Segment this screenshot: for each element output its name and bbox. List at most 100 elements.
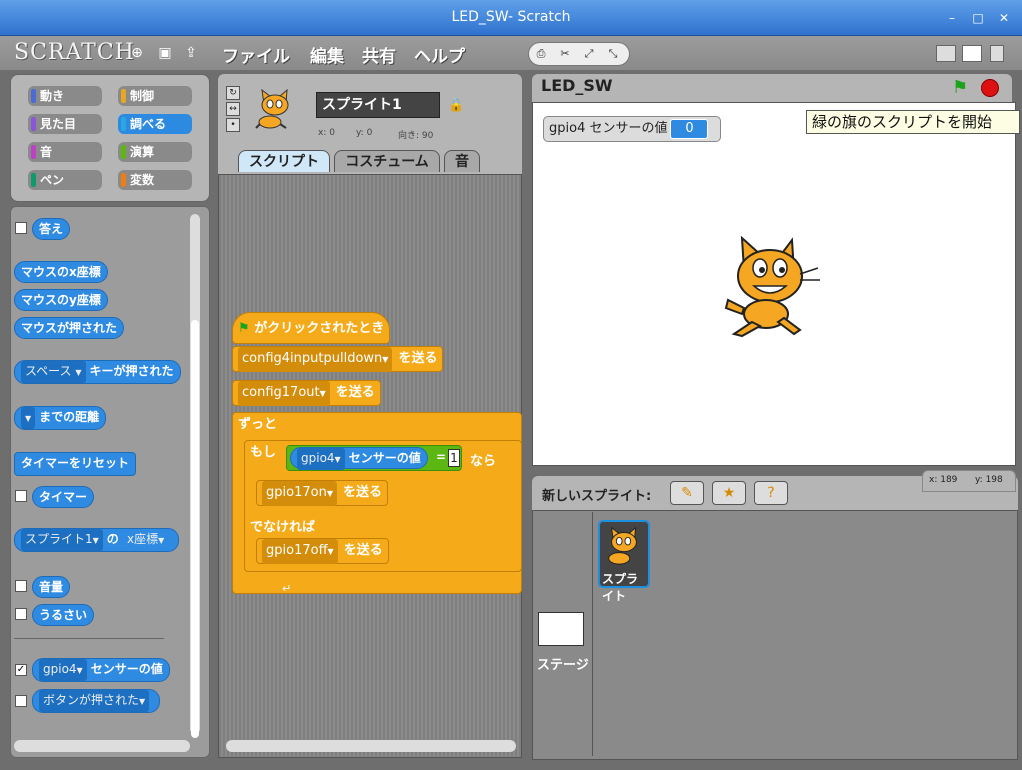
loud-checkbox[interactable] xyxy=(15,608,27,620)
green-flag-icon[interactable]: ⚑ xyxy=(952,77,968,98)
chevron-down-icon: ▼ xyxy=(92,536,99,545)
category-sound[interactable]: 音 xyxy=(28,142,102,162)
maximize-icon[interactable]: □ xyxy=(970,10,986,26)
tab-sounds[interactable]: 音 xyxy=(444,150,480,172)
block-button-pressed[interactable]: ボタンが押された▼ xyxy=(32,689,161,713)
random-sprite-icon[interactable]: ? xyxy=(754,481,788,505)
stamp-icon[interactable]: ⎙ xyxy=(529,43,553,65)
paint-sprite-icon[interactable]: ✎ xyxy=(670,481,704,505)
grow-icon[interactable]: ⤢ xyxy=(577,43,601,65)
broadcast-dropdown[interactable]: config4inputpulldown▼ xyxy=(238,347,393,372)
category-looks[interactable]: 見た目 xyxy=(28,114,102,134)
tab-costumes[interactable]: コスチューム xyxy=(334,150,440,172)
button-pressed-checkbox[interactable] xyxy=(15,695,27,707)
sprite-y: y: 0 xyxy=(356,128,373,138)
timer-checkbox[interactable] xyxy=(15,490,27,502)
sensor-value-checkbox[interactable]: ✓ xyxy=(15,664,27,676)
normal-stage-icon[interactable] xyxy=(962,45,982,62)
block-when-flag-clicked[interactable]: ⚑ がクリックされたとき xyxy=(232,312,391,344)
block-mouse-down[interactable]: マウスが押された xyxy=(14,317,125,339)
lock-icon[interactable]: 🔒 xyxy=(448,98,464,113)
broadcast-dropdown[interactable]: config17out▼ xyxy=(238,381,330,406)
tab-scripts[interactable]: スクリプト xyxy=(238,150,330,172)
cut-icon[interactable]: ✂ xyxy=(553,43,577,65)
stage-cat-sprite[interactable] xyxy=(722,234,822,338)
block-broadcast-gpio17on[interactable]: gpio17on▼ を送る xyxy=(256,480,388,506)
if-then-label: なら xyxy=(470,454,497,469)
mouse-coordinates: x: 189 y: 198 xyxy=(922,470,1016,492)
block-mouse-x[interactable]: マウスのx座標 xyxy=(14,261,108,283)
block-reset-timer[interactable]: タイマーをリセット xyxy=(14,452,137,476)
block-attribute-of[interactable]: スプライト1▼ の x座標▼ xyxy=(14,528,180,552)
loudness-checkbox[interactable] xyxy=(15,580,27,592)
mouse-y: y: 198 xyxy=(975,475,1003,485)
category-operators[interactable]: 演算 xyxy=(118,142,192,162)
palette-scroll-thumb[interactable] xyxy=(191,320,199,738)
menu-edit[interactable]: 編集 xyxy=(310,42,344,67)
broadcast-dropdown[interactable]: gpio17off▼ xyxy=(262,539,338,564)
monitor-value: 0 xyxy=(670,119,709,139)
variable-monitor[interactable]: gpio4 センサーの値 0 xyxy=(543,116,721,142)
presentation-icon[interactable] xyxy=(990,45,1004,62)
block-distance-to[interactable]: ▼ までの距離 xyxy=(14,406,107,430)
block-sensor-value[interactable]: gpio4▼ センサーの値 xyxy=(32,658,170,682)
stop-icon[interactable] xyxy=(981,79,999,97)
sprite1-thumbnail[interactable]: スプライト xyxy=(598,520,650,603)
chevron-down-icon: ▼ xyxy=(139,697,146,706)
save-icon[interactable]: ▣ xyxy=(156,44,174,62)
sprite-name-field[interactable]: スプライト1 xyxy=(316,92,440,118)
category-variables[interactable]: 変数 xyxy=(118,170,192,190)
chevron-down-icon: ▼ xyxy=(158,536,165,545)
category-motion[interactable]: 動き xyxy=(28,86,102,106)
block-loud[interactable]: うるさい xyxy=(32,604,95,626)
equals-value-field[interactable]: 1 xyxy=(448,449,460,467)
key-dropdown[interactable]: スペース ▼ xyxy=(21,361,86,383)
minimize-icon[interactable]: – xyxy=(944,10,960,26)
scripts-horizontal-scrollbar[interactable] xyxy=(226,740,516,752)
green-flag-icon: ⚑ xyxy=(238,321,250,336)
window-title: LED_SW- Scratch xyxy=(451,9,571,25)
flip-icon[interactable]: ↔ xyxy=(226,102,240,116)
menu-share[interactable]: 共有 xyxy=(362,42,396,67)
sprite-list-divider xyxy=(592,512,593,756)
sensor-dropdown[interactable]: gpio4▼ xyxy=(39,659,87,681)
button-dropdown[interactable]: ボタンが押された▼ xyxy=(39,690,150,712)
category-color-chip xyxy=(31,117,36,131)
sprite-tool-group: ⎙ ✂ ⤢ ⤡ xyxy=(528,42,630,66)
category-color-chip xyxy=(31,173,36,187)
globe-icon[interactable]: ⊕ xyxy=(128,44,146,62)
category-pen[interactable]: ペン xyxy=(28,170,102,190)
block-sensor-in-script[interactable]: gpio4▼ センサーの値 xyxy=(290,447,428,470)
block-broadcast-gpio17off[interactable]: gpio17off▼ を送る xyxy=(256,538,389,564)
broadcast-dropdown[interactable]: gpio17on▼ xyxy=(262,481,337,506)
category-control[interactable]: 制御 xyxy=(118,86,192,106)
block-timer[interactable]: タイマー xyxy=(32,486,95,508)
shrink-icon[interactable]: ⤡ xyxy=(601,43,625,65)
sprite-dropdown[interactable]: スプライト1▼ xyxy=(21,529,103,551)
palette-horizontal-scrollbar[interactable] xyxy=(14,740,190,752)
stage-thumbnail[interactable] xyxy=(538,612,584,646)
loop-arrow-icon: ↵ xyxy=(282,582,292,595)
scratch-logo: SCRATCH xyxy=(14,40,135,65)
small-stage-icon[interactable] xyxy=(936,45,956,62)
block-key-pressed[interactable]: スペース ▼ キーが押された xyxy=(14,360,181,384)
share-icon[interactable]: ⇪ xyxy=(182,44,200,62)
distance-dropdown[interactable]: ▼ xyxy=(21,407,36,429)
block-mouse-y[interactable]: マウスのy座標 xyxy=(14,289,108,311)
rotate-icon[interactable]: ↻ xyxy=(226,86,240,100)
no-rotate-icon[interactable]: • xyxy=(226,118,240,132)
choose-sprite-icon[interactable]: ★ xyxy=(712,481,746,505)
sprite-x: x: 0 xyxy=(318,128,335,138)
answer-checkbox[interactable] xyxy=(15,222,27,234)
block-broadcast-config4[interactable]: config4inputpulldown▼ を送る xyxy=(232,346,444,372)
close-icon[interactable]: ✕ xyxy=(996,10,1012,26)
category-sensing[interactable]: 調べる xyxy=(118,114,192,134)
block-answer[interactable]: 答え xyxy=(32,218,71,240)
else-label: でなければ xyxy=(250,520,316,535)
menu-help[interactable]: ヘルプ xyxy=(414,42,465,67)
attribute-dropdown[interactable]: x座標▼ xyxy=(123,529,169,551)
sensor-dropdown[interactable]: gpio4▼ xyxy=(297,448,345,470)
menu-file[interactable]: ファイル xyxy=(222,42,290,67)
block-loudness[interactable]: 音量 xyxy=(32,576,71,598)
block-broadcast-config17[interactable]: config17out▼ を送る xyxy=(232,380,381,406)
